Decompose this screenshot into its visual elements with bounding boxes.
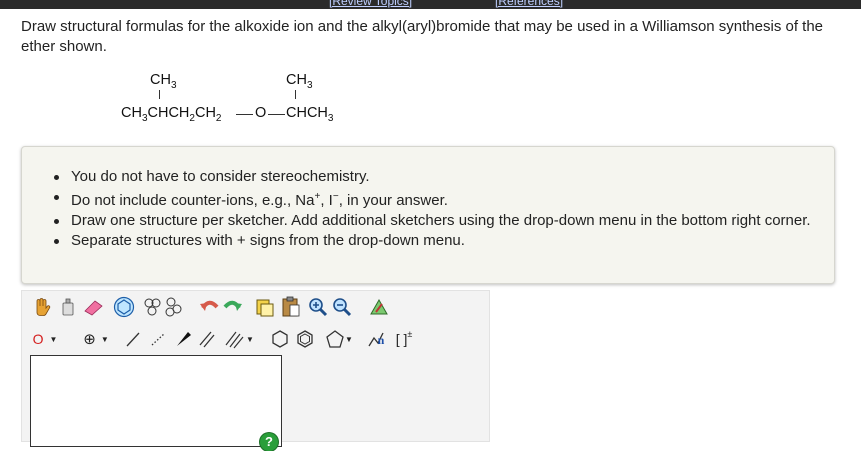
zoom-in-icon[interactable] <box>307 295 329 319</box>
ether-oxygen: O <box>255 105 267 121</box>
ether-bond-right <box>268 114 285 115</box>
right-branch-bond <box>295 90 296 99</box>
single-bond-tool[interactable] <box>122 328 144 350</box>
left-chain: CH3CHCH2CH2 <box>121 105 222 124</box>
chevron-down-icon: ▼ <box>345 334 353 344</box>
triple-bond-tool[interactable]: ▼ <box>220 328 258 350</box>
structure-sketcher: O ▼ ⊕ ▼ ▼ ▼ n [ ] ± ? <box>21 290 490 451</box>
benzene-tool[interactable] <box>294 328 316 350</box>
atom-selector[interactable]: O ▼ <box>30 328 60 350</box>
right-methyl-branch: CH3 <box>286 72 313 91</box>
ring-template-tool[interactable] <box>112 295 136 319</box>
move-hand-tool[interactable] <box>32 296 52 318</box>
ether-bond-left <box>236 114 253 115</box>
zoom-out-icon[interactable] <box>331 295 353 319</box>
left-branch-bond <box>159 90 160 99</box>
drawing-canvas[interactable]: ? <box>30 355 282 451</box>
chevron-down-icon: ▼ <box>49 334 58 344</box>
clean-structure-icon[interactable] <box>367 295 391 319</box>
bracket-label: [ ] <box>395 331 408 347</box>
atom-label: O <box>32 331 44 347</box>
copy-icon[interactable] <box>254 295 276 319</box>
sgroup-label: n <box>377 332 385 347</box>
question-text: Draw structural formulas for the alkoxid… <box>21 18 824 55</box>
instruction-item: Separate structures with + signs from th… <box>54 231 816 251</box>
review-topics-link[interactable]: [Review Topics] <box>329 0 412 8</box>
sgroup-tool[interactable]: n <box>375 331 387 349</box>
double-bond-tool[interactable] <box>196 328 218 350</box>
top-navigation-bar: [Review Topics] [References] <box>0 0 861 9</box>
right-chain: CHCH3 <box>286 105 334 124</box>
references-link[interactable]: [References] <box>495 0 563 8</box>
charge-selector[interactable]: ⊕ ▼ <box>79 328 113 350</box>
bracket-tool[interactable]: [ ] ± <box>391 328 417 350</box>
instructions-box: You do not have to consider stereochemis… <box>21 146 835 284</box>
template-library-tool[interactable] <box>140 295 186 319</box>
instruction-item: Draw one structure per sketcher. Add add… <box>54 211 816 231</box>
instruction-item: Do not include counter-ions, e.g., Na+, … <box>54 187 816 211</box>
cyclopentane-tool[interactable]: ▼ <box>319 328 359 350</box>
help-button[interactable]: ? <box>260 433 278 451</box>
cyclohexane-tool[interactable] <box>269 328 291 350</box>
redo-icon[interactable] <box>222 296 244 318</box>
charge-label: ⊕ <box>83 331 96 348</box>
paste-icon[interactable] <box>280 295 302 319</box>
left-methyl-branch: CH3 <box>150 72 177 91</box>
undo-icon[interactable] <box>198 296 220 318</box>
clear-canvas-tool[interactable] <box>58 296 78 318</box>
instruction-item: You do not have to consider stereochemis… <box>54 167 816 187</box>
hashed-bond-tool[interactable] <box>147 328 169 350</box>
wedge-bond-tool[interactable] <box>172 328 194 350</box>
instructions-list: You do not have to consider stereochemis… <box>54 167 816 251</box>
eraser-tool[interactable] <box>82 296 106 318</box>
chevron-down-icon: ▼ <box>100 334 109 344</box>
chevron-down-icon: ▼ <box>246 334 254 344</box>
